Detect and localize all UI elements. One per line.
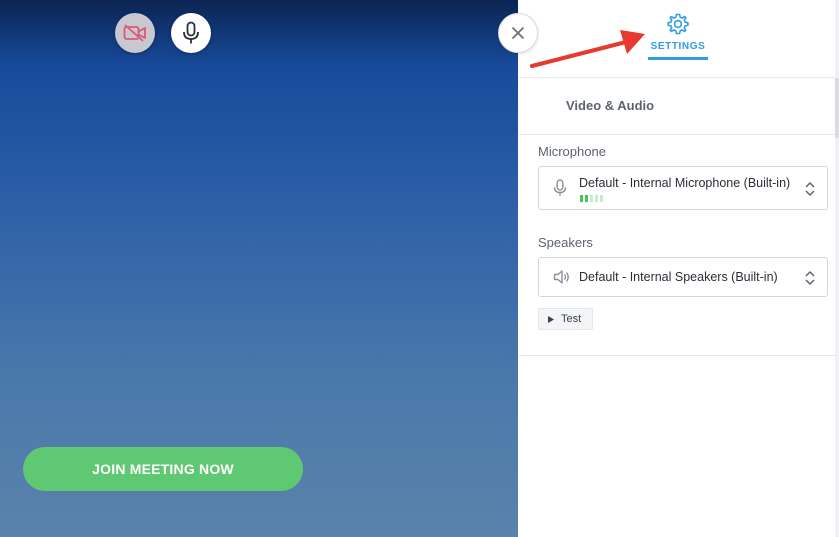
scrollbar-thumb[interactable] xyxy=(835,78,839,138)
level-bar xyxy=(590,195,593,202)
level-bar xyxy=(600,195,603,202)
level-bar xyxy=(580,195,583,202)
microphone-icon xyxy=(553,179,567,196)
microphone-label: Microphone xyxy=(538,144,606,159)
panel-scrollbar[interactable] xyxy=(835,0,839,537)
divider xyxy=(518,355,839,356)
microphone-icon xyxy=(183,21,199,44)
chevron-up-down-icon xyxy=(805,181,815,197)
chevron-up-down-icon xyxy=(805,270,815,286)
microphone-select-value: Default - Internal Microphone (Built-in) xyxy=(579,176,791,190)
close-icon xyxy=(511,26,525,40)
microphone-select[interactable]: Default - Internal Microphone (Built-in) xyxy=(538,166,828,210)
section-title: Video & Audio xyxy=(566,98,655,113)
annotation-arrow xyxy=(530,30,645,68)
video-preview-area: JOIN MEETING NOW xyxy=(0,0,518,537)
level-bar xyxy=(595,195,598,202)
tab-settings-label: SETTINGS xyxy=(650,41,706,52)
speakers-select-value: Default - Internal Speakers (Built-in) xyxy=(579,270,778,284)
test-speakers-button[interactable]: Test xyxy=(538,308,593,330)
divider xyxy=(518,77,839,78)
camera-toggle-button[interactable] xyxy=(115,13,155,53)
divider xyxy=(518,134,839,135)
play-icon xyxy=(548,315,554,323)
level-bar xyxy=(585,195,588,202)
gear-icon xyxy=(667,13,689,35)
tab-settings[interactable]: SETTINGS xyxy=(648,12,708,62)
active-tab-indicator xyxy=(648,57,708,60)
speaker-icon xyxy=(553,270,569,284)
speakers-select[interactable]: Default - Internal Speakers (Built-in) xyxy=(538,257,828,297)
settings-panel: SETTINGS Video & Audio Microphone Defaul… xyxy=(518,0,839,537)
test-button-label: Test xyxy=(561,313,582,325)
microphone-level-meter xyxy=(580,195,603,202)
speakers-label: Speakers xyxy=(538,235,593,250)
microphone-toggle-button[interactable] xyxy=(171,13,211,53)
video-off-icon xyxy=(123,24,146,42)
join-meeting-button[interactable]: JOIN MEETING NOW xyxy=(23,447,303,491)
